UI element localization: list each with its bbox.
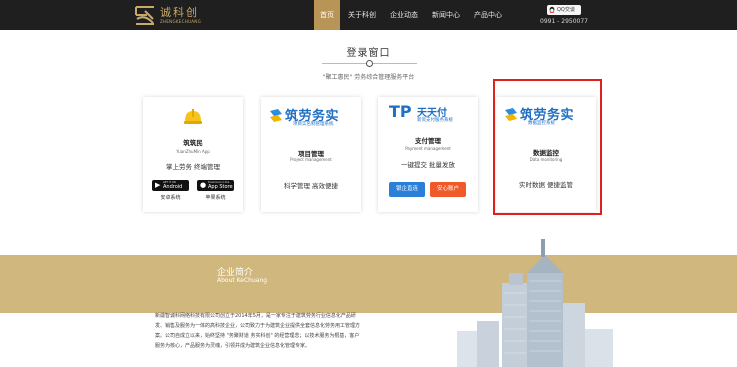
about-text: 新疆智诚科网络科技有限公司创立于2014年5月，是一家专注于建筑劳务行业信息化产… (155, 311, 455, 351)
about-line: 案。公司自成立以来，始终坚持 "务聚财道 务实科创" 的经营理念；以技术服务为根… (155, 333, 360, 339)
secure-account-button[interactable]: 安心账户 (430, 182, 466, 197)
android-caption: 安卓系统 (160, 195, 181, 201)
nav-products[interactable]: 产品中心 (468, 0, 508, 30)
skyscraper-image (457, 239, 613, 367)
site-logo[interactable]: 诚科创 ZHENGKECHUANG (133, 3, 223, 27)
tiantianfu-brand: TP 天天付 新资支付服务系统 (389, 102, 469, 128)
login-subtitle: "聚工惠民" 劳务综合管理服务平台 (322, 74, 415, 81)
brand-tagline: 项目实名制管理系统 (293, 122, 334, 127)
qq-chat-button[interactable]: QQ交谈 (547, 5, 581, 15)
card-subtitle: Payment management (405, 146, 451, 151)
zhulao-brand: 筑劳务实 项目实名制管理系统 (269, 106, 353, 128)
brand-tp: TP (389, 102, 412, 121)
logo-mark-icon (135, 6, 154, 25)
bank-direct-button[interactable]: 银企直连 (389, 182, 425, 197)
top-header: 诚科创 ZHENGKECHUANG 首页 关于科创 企业动态 新闻中心 产品中心… (0, 0, 737, 30)
android-download-button[interactable]: ▶ GET IT ON Android (152, 180, 189, 191)
about-subtitle: About KeChuang (217, 277, 268, 284)
login-title: 登录窗口 (346, 48, 391, 59)
store-big-label: Android (163, 184, 183, 190)
card-title: 支付管理 (415, 137, 441, 145)
card-project-management[interactable]: 筑劳务实 项目实名制管理系统 项目管理 Project management 科… (261, 97, 361, 212)
card-description: 一键提交 批量发放 (400, 161, 456, 169)
divider-dot (366, 60, 373, 67)
about-line: 发、销售及服务为一体的高科技企业，公司致力于为建筑企业提供全套信息化劳务用工管理… (155, 323, 361, 329)
qq-icon (549, 6, 555, 13)
main-nav: 首页 关于科创 企业动态 新闻中心 产品中心 (314, 0, 508, 30)
card-subtitle: YuanZhuMin App (176, 149, 210, 154)
phone-number: 0991 - 2950077 (540, 18, 588, 25)
android-icon: ▶ (155, 181, 161, 189)
brand-tagline: 新资支付服务系统 (417, 118, 453, 123)
logo-text: 诚科创 (160, 6, 199, 19)
hard-hat-icon (181, 106, 205, 128)
about-banner (0, 255, 737, 313)
store-big-label: App Store (208, 184, 233, 190)
appstore-download-button[interactable]: ● Download on the App Store (197, 180, 234, 191)
nav-company-news[interactable]: 企业动态 (384, 0, 424, 30)
qq-label: QQ交谈 (557, 7, 575, 13)
about-line: 服务为核心，产品服务为灵魂，引领并成为建筑企业信息化管理专家。 (155, 343, 311, 349)
nav-news-center[interactable]: 新闻中心 (426, 0, 466, 30)
apple-icon: ● (200, 181, 207, 189)
card-title: 筑筑民 (183, 139, 203, 147)
appstore-caption: 苹果系统 (205, 195, 226, 201)
logo-subtext: ZHENGKECHUANG (160, 19, 201, 24)
nav-about[interactable]: 关于科创 (342, 0, 382, 30)
card-description: 掌上劳务 终端管理 (165, 163, 221, 171)
about-line: 新疆智诚科网络科技有限公司创立于2014年5月，是一家专注于建筑劳务行业信息化产… (155, 313, 356, 319)
card-subtitle: Project management (290, 157, 332, 162)
page: 诚科创 ZHENGKECHUANG 首页 关于科创 企业动态 新闻中心 产品中心… (0, 0, 737, 367)
nav-home[interactable]: 首页 (314, 0, 340, 30)
zhulao-logo-icon (270, 109, 282, 122)
highlight-box (493, 79, 602, 215)
card-description: 科学管理 高效便捷 (283, 182, 339, 190)
